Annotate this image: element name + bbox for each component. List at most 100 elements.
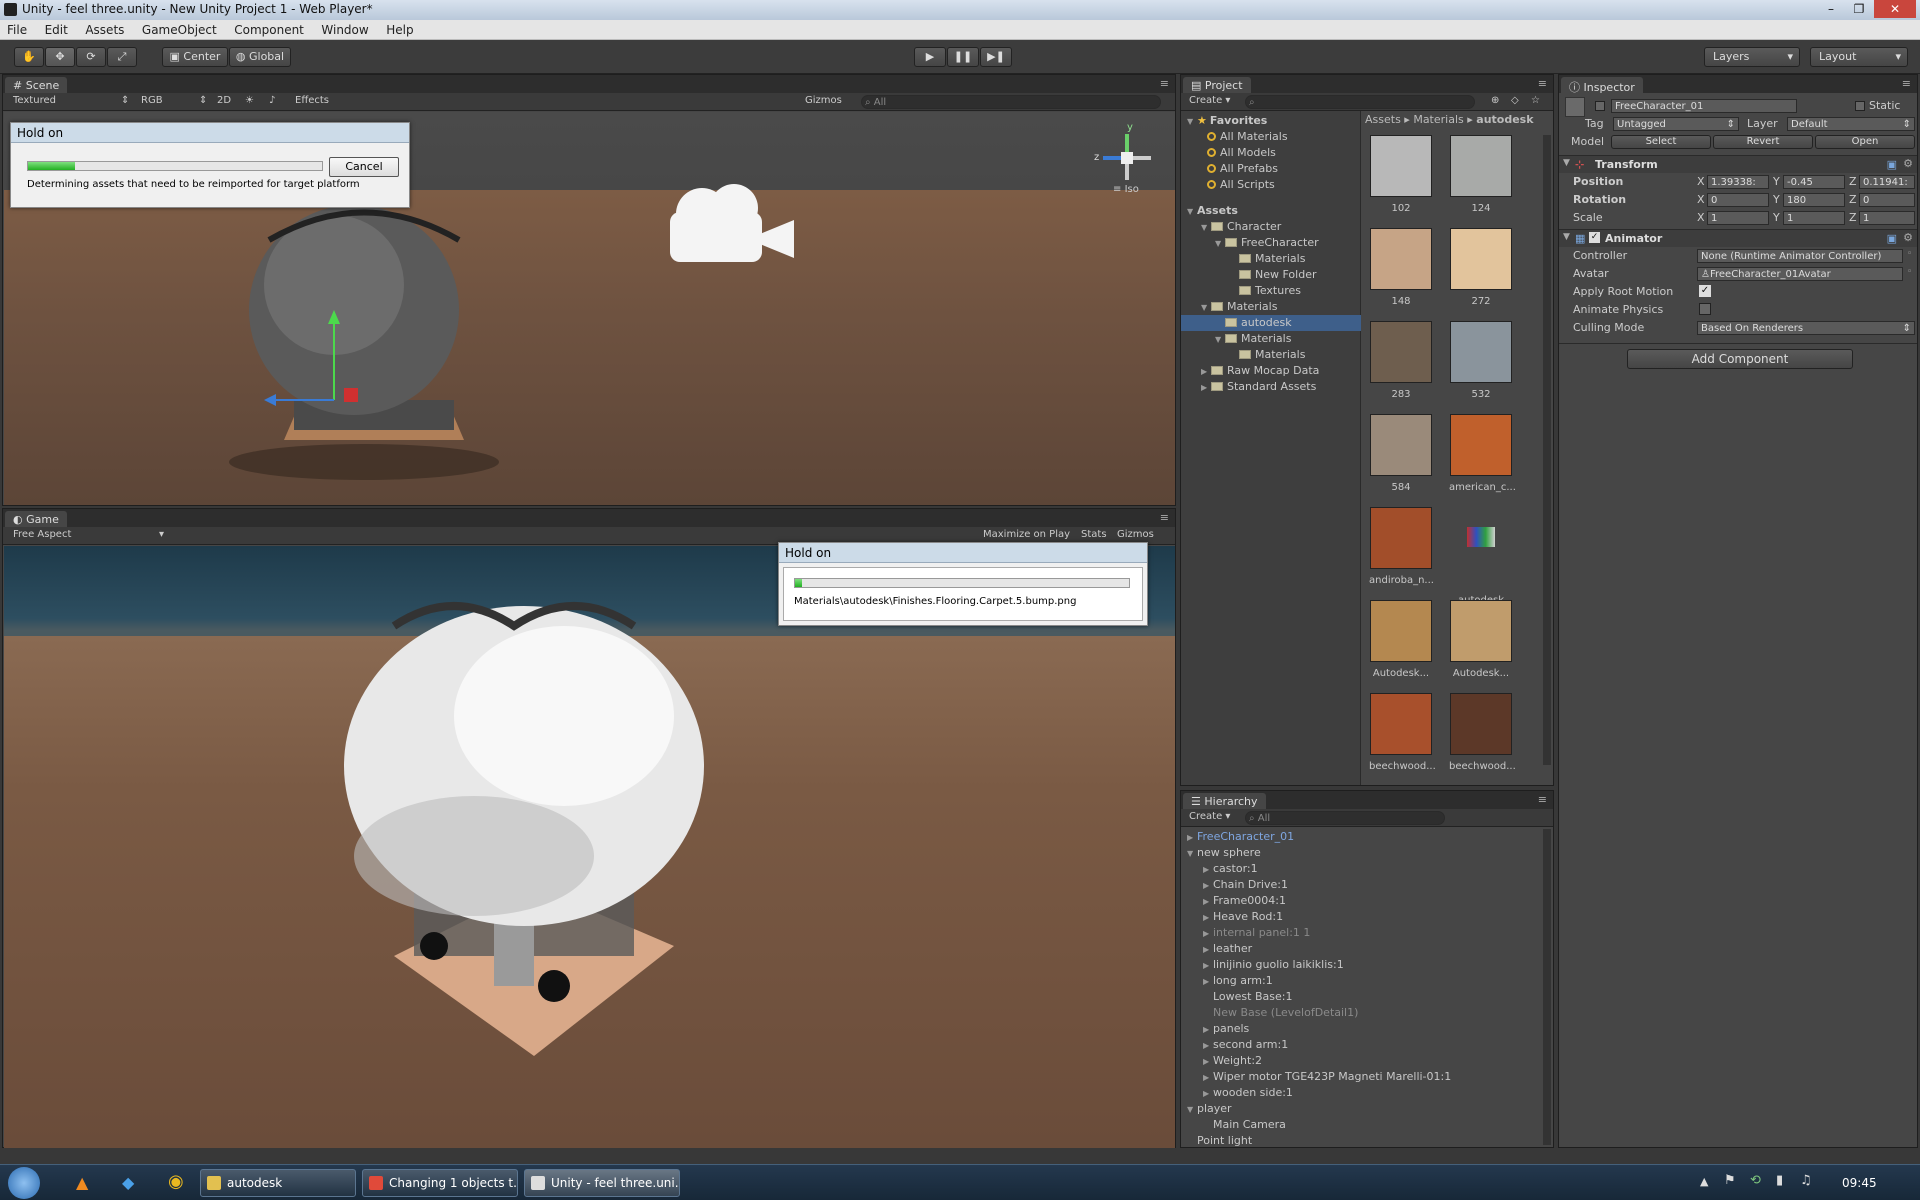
foldout-arrow-icon[interactable]: ▶: [1201, 364, 1211, 380]
position-x-field[interactable]: 1.39338:: [1707, 175, 1769, 189]
foldout-arrow-icon[interactable]: ▶: [1203, 1086, 1213, 1102]
favorite-all-materials[interactable]: All Materials: [1181, 129, 1288, 145]
taskbar-item-unity[interactable]: Unity - feel three.uni...: [524, 1169, 680, 1197]
hierarchy-search-input[interactable]: ⌕ All: [1245, 811, 1445, 825]
active-checkbox[interactable]: [1595, 101, 1605, 111]
pivot-center-button[interactable]: ▣ Center: [162, 47, 228, 67]
foldout-arrow-icon[interactable]: ▶: [1203, 1070, 1213, 1086]
tab-hierarchy[interactable]: ☰ Hierarchy: [1183, 793, 1266, 809]
asset-tile[interactable]: autodesk: [1449, 507, 1513, 606]
chrome-icon[interactable]: ◉: [168, 1171, 184, 1192]
panel-menu-icon[interactable]: ≡: [1538, 77, 1547, 90]
asset-tile[interactable]: Autodesk...: [1369, 600, 1433, 679]
object-picker-icon[interactable]: ◦: [1907, 267, 1912, 277]
tab-project[interactable]: ▤ Project: [1183, 77, 1251, 93]
scene-search-input[interactable]: ⌕ All: [861, 95, 1161, 109]
hierarchy-item[interactable]: Lowest Base:1: [1181, 989, 1541, 1005]
position-z-field[interactable]: 0.11941:: [1859, 175, 1915, 189]
panel-menu-icon[interactable]: ≡: [1160, 511, 1169, 524]
help-icon[interactable]: ▣: [1887, 158, 1897, 171]
sphere-model[interactable]: [224, 200, 524, 480]
scale-z-field[interactable]: 1: [1859, 211, 1915, 225]
layout-dropdown[interactable]: Layout ▾: [1810, 47, 1908, 67]
hierarchy-item[interactable]: ▶ Weight:2: [1181, 1053, 1541, 1069]
favorite-all-models[interactable]: All Models: [1181, 145, 1276, 161]
foldout-arrow-icon[interactable]: ▼: [1201, 300, 1211, 316]
hierarchy-item[interactable]: ▶ second arm:1: [1181, 1037, 1541, 1053]
root-motion-checkbox[interactable]: ✓: [1699, 285, 1711, 297]
hierarchy-item[interactable]: ▶ leather: [1181, 941, 1541, 957]
hierarchy-item[interactable]: ▶ Frame0004:1: [1181, 893, 1541, 909]
project-tree-item[interactable]: Textures: [1181, 283, 1361, 299]
favorite-star-icon[interactable]: ☆: [1531, 95, 1540, 106]
network-icon[interactable]: ▮: [1776, 1173, 1783, 1188]
hand-tool-button[interactable]: ✋: [14, 47, 44, 67]
hierarchy-item[interactable]: Main Camera: [1181, 1117, 1541, 1133]
game-viewport[interactable]: [4, 546, 1175, 1148]
asset-tile[interactable]: 102: [1369, 135, 1433, 214]
cancel-button[interactable]: Cancel: [329, 157, 399, 177]
gizmo-center[interactable]: [1121, 152, 1133, 164]
gear-icon[interactable]: ⚙: [1903, 157, 1913, 170]
create-dropdown[interactable]: Create ▾: [1189, 811, 1230, 822]
foldout-arrow-icon[interactable]: ▶: [1203, 878, 1213, 894]
step-button[interactable]: ▶❚: [980, 47, 1012, 67]
project-tree-item[interactable]: autodesk: [1181, 315, 1361, 331]
foldout-arrow-icon[interactable]: ▶: [1203, 958, 1213, 974]
tab-inspector[interactable]: ⓘ Inspector: [1561, 77, 1643, 94]
assets-header[interactable]: ▼ Assets: [1181, 203, 1238, 219]
start-button[interactable]: [8, 1167, 40, 1199]
effects-dropdown[interactable]: Effects: [295, 95, 329, 106]
favorite-all-scripts[interactable]: All Scripts: [1181, 177, 1275, 193]
maximize-on-play-toggle[interactable]: Maximize on Play: [983, 529, 1070, 540]
asset-tile[interactable]: 272: [1449, 228, 1513, 307]
foldout-arrow-icon[interactable]: ▶: [1203, 1054, 1213, 1070]
add-component-button[interactable]: Add Component: [1627, 349, 1853, 369]
volume-icon[interactable]: ♫: [1800, 1173, 1812, 1188]
help-icon[interactable]: ▣: [1887, 232, 1897, 245]
create-dropdown[interactable]: Create ▾: [1189, 95, 1230, 106]
filter-label-icon[interactable]: ◇: [1511, 95, 1519, 106]
asset-tile[interactable]: Autodesk...: [1449, 600, 1513, 679]
model-open-button[interactable]: Open: [1815, 135, 1915, 149]
menu-assets[interactable]: Assets: [78, 20, 131, 37]
rotation-y-field[interactable]: 180: [1783, 193, 1845, 207]
rotation-x-field[interactable]: 0: [1707, 193, 1769, 207]
rotation-z-field[interactable]: 0: [1859, 193, 1915, 207]
hierarchy-scrollbar[interactable]: [1543, 829, 1551, 1145]
taskbar-item-chrome[interactable]: Changing 1 objects t...: [362, 1169, 518, 1197]
asset-scrollbar[interactable]: [1543, 135, 1551, 765]
foldout-arrow-icon[interactable]: ▶: [1203, 942, 1213, 958]
foldout-arrow-icon[interactable]: ▶: [1187, 830, 1197, 846]
audio-toggle-icon[interactable]: ♪: [269, 95, 275, 106]
filter-type-icon[interactable]: ⊕: [1491, 95, 1499, 106]
asset-tile[interactable]: beechwood...: [1369, 693, 1436, 769]
lighting-toggle-icon[interactable]: ☀: [245, 95, 254, 106]
foldout-arrow-icon[interactable]: ▼: [1187, 846, 1197, 862]
aspect-dropdown[interactable]: Free Aspect: [13, 529, 71, 540]
color-mode-dropdown[interactable]: RGB: [141, 95, 163, 106]
asset-tile[interactable]: 124: [1449, 135, 1513, 214]
close-button[interactable]: ✕: [1874, 0, 1916, 18]
hierarchy-item[interactable]: ▶ castor:1: [1181, 861, 1541, 877]
hierarchy-item[interactable]: ▶ wooden side:1: [1181, 1085, 1541, 1101]
hierarchy-item[interactable]: ▶ linijinio guolio laikiklis:1: [1181, 957, 1541, 973]
project-search-input[interactable]: ⌕: [1245, 95, 1475, 109]
project-tree-item[interactable]: ▼ Character: [1181, 219, 1361, 235]
hierarchy-item[interactable]: ▼ player: [1181, 1101, 1541, 1117]
breadcrumb-materials[interactable]: Materials: [1413, 113, 1463, 126]
favorites-header[interactable]: ▼ ★ Favorites: [1181, 113, 1267, 129]
foldout-arrow-icon[interactable]: ▶: [1201, 380, 1211, 396]
foldout-arrow-icon[interactable]: ▼: [1215, 332, 1225, 348]
hierarchy-item[interactable]: ▶ Wiper motor TGE423P Magneti Marelli-01:…: [1181, 1069, 1541, 1085]
foldout-arrow-icon[interactable]: ▶: [1203, 974, 1213, 990]
scale-x-field[interactable]: 1: [1707, 211, 1769, 225]
foldout-arrow-icon[interactable]: ▶: [1203, 1038, 1213, 1054]
project-tree-item[interactable]: ▶ Standard Assets: [1181, 379, 1361, 395]
foldout-arrow-icon[interactable]: ▶: [1203, 894, 1213, 910]
sync-icon[interactable]: ⟲: [1750, 1173, 1761, 1188]
model-select-button[interactable]: Select: [1611, 135, 1711, 149]
scale-y-field[interactable]: 1: [1783, 211, 1845, 225]
hierarchy-item[interactable]: ▶ Heave Rod:1: [1181, 909, 1541, 925]
move-tool-button[interactable]: ✥: [45, 47, 75, 67]
